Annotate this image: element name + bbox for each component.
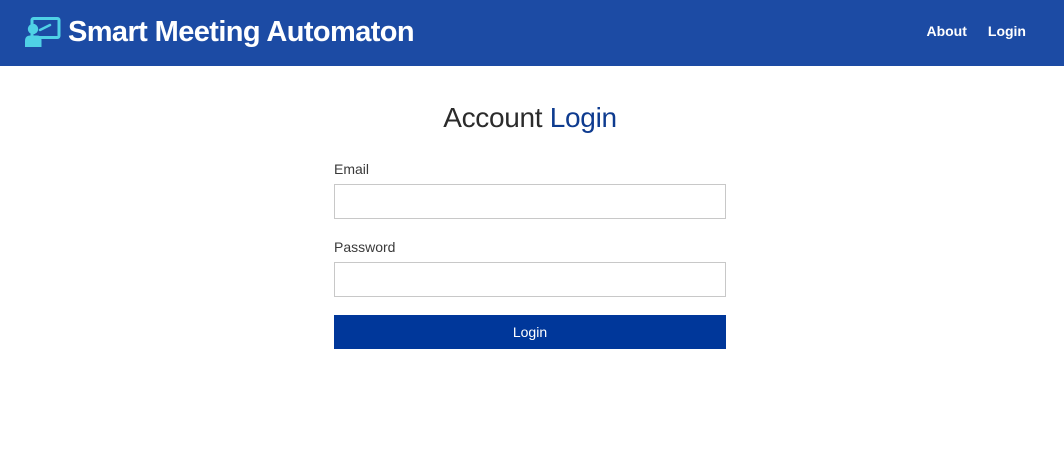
page-title: Account Login (0, 100, 1060, 136)
nav-link-login[interactable]: Login (988, 22, 1026, 40)
nav-links: About Login (926, 22, 1026, 40)
email-group: Email (334, 160, 726, 219)
top-navbar: Smart Meeting Automaton About Login (0, 0, 1064, 66)
brand-title: Smart Meeting Automaton (68, 15, 415, 48)
nav-link-about[interactable]: About (926, 22, 966, 40)
email-field[interactable] (334, 184, 726, 219)
brand-link[interactable]: Smart Meeting Automaton (24, 14, 415, 50)
presentation-user-icon (25, 17, 61, 47)
password-label: Password (334, 239, 396, 255)
email-label: Email (334, 161, 370, 177)
page-title-part2: Login (549, 102, 617, 133)
page-title-part1: Account (443, 102, 543, 133)
password-group: Password (334, 238, 726, 297)
login-form: Email Password Login (334, 160, 726, 349)
login-button[interactable]: Login (334, 315, 726, 349)
password-field[interactable] (334, 262, 726, 297)
